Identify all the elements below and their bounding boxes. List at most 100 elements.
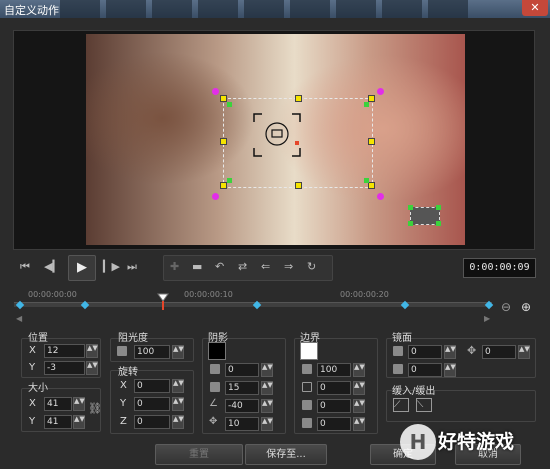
resize-handle-l[interactable] (220, 138, 227, 145)
corner-marker-icon (227, 102, 232, 107)
fade-in-icon: ⟋ (394, 400, 401, 410)
remove-keyframe-icon: ▬ (192, 260, 203, 273)
border-blur-stepper[interactable]: ▲▼ (353, 399, 365, 413)
resize-handle-tl[interactable] (220, 95, 227, 102)
fade-out-icon: ⟍ (417, 400, 424, 410)
go-to-end-button[interactable]: ⏭ (127, 260, 137, 274)
center-target-icon[interactable] (252, 112, 302, 158)
opacity-stepper[interactable]: ▲▼ (172, 345, 184, 359)
shadow-blur-input[interactable]: 15 (225, 381, 259, 395)
resize-handle-r[interactable] (368, 138, 375, 145)
shadow-distance-icon: ✥ (209, 416, 218, 427)
border-width-stepper[interactable]: ▲▼ (353, 381, 365, 395)
reset-button[interactable]: 重置 (155, 444, 243, 465)
rotation-y-input[interactable]: 0 (134, 397, 170, 411)
shadow-opacity-stepper[interactable]: ▲▼ (261, 363, 273, 377)
swap-keyframes-button[interactable]: ⇄ (238, 260, 247, 273)
border-softness-stepper[interactable]: ▲▼ (353, 417, 365, 431)
rotation-z-stepper[interactable]: ▲▼ (172, 415, 184, 429)
border-width-input[interactable]: 0 (317, 381, 351, 395)
resize-handle-bl[interactable] (220, 182, 227, 189)
scroll-left-icon[interactable]: ◀ (16, 314, 22, 323)
rotation-x-input[interactable]: 0 (134, 379, 170, 393)
next-frame-button[interactable]: ▎▶ (103, 260, 120, 273)
border-opacity-input[interactable]: 100 (317, 363, 351, 377)
timecode-display[interactable]: 0:00:00:09 (463, 258, 536, 278)
resize-handle-tr[interactable] (368, 95, 375, 102)
position-x-label: X (29, 345, 36, 356)
corner-marker-icon (408, 221, 413, 226)
mirror-title: 镜面 (392, 333, 412, 344)
scroll-right-icon[interactable]: ▶ (484, 314, 490, 323)
link-ratio-icon[interactable]: ⛓ (88, 402, 102, 415)
save-to-button[interactable]: 保存至... (245, 444, 327, 465)
position-x-stepper[interactable]: ▲▼ (86, 344, 98, 358)
shadow-angle-stepper[interactable]: ▲▼ (261, 399, 273, 413)
remove-keyframe-button[interactable]: ▬ (192, 260, 202, 273)
rotate-keyframe-button[interactable]: ↻ (307, 260, 316, 273)
fade-in-button[interactable]: ⟋ (393, 398, 409, 412)
resize-handle-t[interactable] (295, 95, 302, 102)
mirror-distance-icon: ✥ (467, 344, 477, 357)
size-y-input[interactable]: 41 (44, 415, 72, 429)
close-icon: ✕ (530, 1, 540, 14)
close-button[interactable]: ✕ (522, 0, 548, 16)
shadow-blur-stepper[interactable]: ▲▼ (261, 381, 273, 395)
fade-out-button[interactable]: ⟍ (416, 398, 432, 412)
corner-marker-icon (436, 205, 441, 210)
step-back-icon: ◀▎ (44, 260, 61, 273)
mirror-opacity-input[interactable]: 0 (408, 345, 442, 359)
skew-handle-bl[interactable] (212, 193, 219, 200)
border-softness-input[interactable]: 0 (317, 417, 351, 431)
border-blur-input[interactable]: 0 (317, 399, 351, 413)
shadow-distance-input[interactable]: 10 (225, 417, 259, 431)
zoom-in-icon[interactable]: ⊕ (521, 300, 531, 314)
opacity-icon (117, 346, 127, 356)
border-color-swatch[interactable] (300, 342, 318, 360)
mirror-fade-input[interactable]: 0 (408, 363, 442, 377)
mirror-distance-stepper[interactable]: ▲▼ (518, 345, 530, 359)
rotation-z-input[interactable]: 0 (134, 415, 170, 429)
reverse-keyframes-button[interactable]: ↶ (215, 260, 224, 273)
size-x-input[interactable]: 41 (44, 397, 72, 411)
skew-handle-br[interactable] (377, 193, 384, 200)
position-x-input[interactable]: 12 (44, 344, 85, 358)
position-y-input[interactable]: -3 (44, 361, 85, 375)
skew-handle-tl[interactable] (212, 88, 219, 95)
timeline-tick-label: 00:00:00:10 (184, 290, 233, 299)
size-x-stepper[interactable]: ▲▼ (73, 397, 85, 411)
go-to-start-button[interactable]: ⏮ (20, 260, 30, 274)
mirror-fade-icon (393, 364, 403, 374)
add-keyframe-button[interactable]: ✚ (170, 260, 179, 273)
mirror-fade-stepper[interactable]: ▲▼ (444, 363, 456, 377)
timeline-tick-label: 00:00:00:20 (340, 290, 389, 299)
shadow-color-swatch[interactable] (208, 342, 226, 360)
resize-handle-b[interactable] (295, 182, 302, 189)
mirror-opacity-stepper[interactable]: ▲▼ (444, 345, 456, 359)
move-keyframe-right-button[interactable]: ⇒ (284, 260, 293, 273)
fade-title: 缓入/缓出 (392, 386, 436, 397)
border-width-icon (302, 382, 312, 392)
play-button[interactable]: ▶ (68, 255, 96, 281)
rotation-x-stepper[interactable]: ▲▼ (172, 379, 184, 393)
shadow-angle-input[interactable]: -40 (225, 399, 259, 413)
shadow-opacity-input[interactable]: 0 (225, 363, 259, 377)
rotation-title: 旋转 (118, 367, 138, 378)
opacity-input[interactable]: 100 (134, 345, 170, 359)
size-y-stepper[interactable]: ▲▼ (73, 415, 85, 429)
zoom-out-icon[interactable]: ⊖ (501, 300, 511, 314)
size-x-label: X (29, 398, 36, 409)
rotation-y-stepper[interactable]: ▲▼ (172, 397, 184, 411)
shadow-blur-icon (210, 382, 220, 392)
position-title: 位置 (28, 333, 48, 344)
previous-frame-button[interactable]: ◀▎ (44, 260, 61, 273)
position-y-stepper[interactable]: ▲▼ (86, 361, 98, 375)
shadow-distance-stepper[interactable]: ▲▼ (261, 417, 273, 431)
resize-handle-br[interactable] (368, 182, 375, 189)
playhead-icon[interactable] (157, 293, 169, 311)
border-opacity-stepper[interactable]: ▲▼ (353, 363, 365, 377)
svg-text:H: H (410, 430, 427, 454)
move-keyframe-left-button[interactable]: ⇐ (261, 260, 270, 273)
skew-handle-tr[interactable] (377, 88, 384, 95)
mirror-distance-input[interactable]: 0 (482, 345, 516, 359)
